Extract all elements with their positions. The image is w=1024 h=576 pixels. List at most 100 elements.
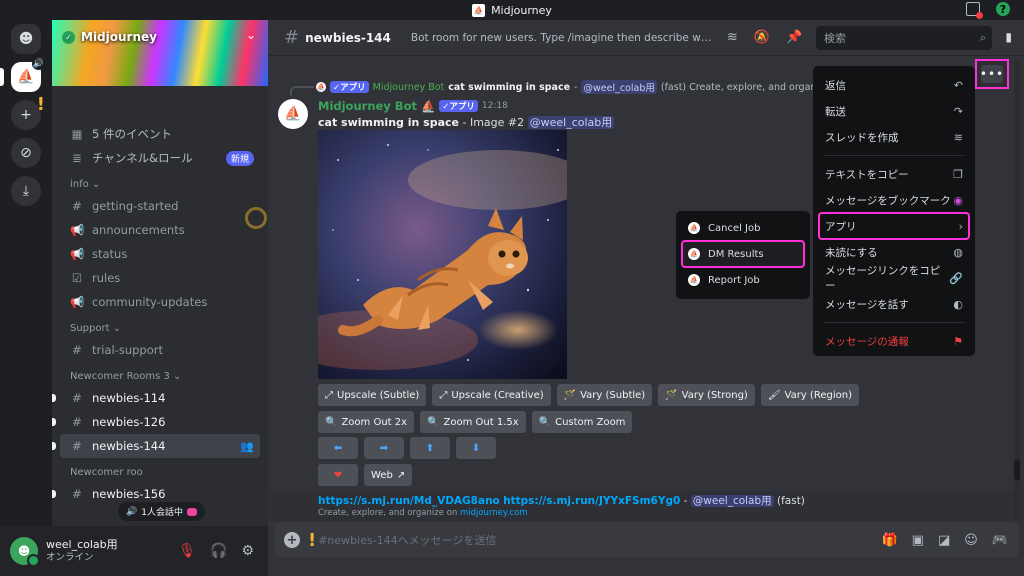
channel-status[interactable]: 📢 status [60, 242, 260, 266]
more-options-button[interactable]: ••• [975, 59, 1009, 89]
midjourney-server-icon[interactable]: ⛵ 🔊 [0, 58, 45, 92]
reply-author: Midjourney Bot [372, 81, 445, 93]
reply-avatar-icon: ⛵ [316, 82, 326, 92]
vary-strong-button[interactable]: 🪄 Vary (Strong) [658, 384, 755, 406]
channel-rules[interactable]: ☑ rules [60, 266, 260, 290]
channel-label: getting-started [92, 199, 179, 213]
menu-item-copy-text[interactable]: テキストをコピー ❐ [819, 161, 969, 187]
channel-getting-started[interactable]: # getting-started [60, 194, 260, 218]
magic-wand-icon: 🪄 [563, 389, 577, 401]
channel-topic[interactable]: Bot room for new users. Type /imagine th… [411, 32, 715, 44]
follow-up-line-2: Create, explore, and organize on midjour… [318, 508, 528, 518]
avatar[interactable]: ☻ [10, 537, 40, 567]
menu-item-forward[interactable]: 転送 ↷ [819, 98, 969, 124]
channel-newbies-126[interactable]: # newbies-126 [52, 410, 260, 434]
channels-roles-item[interactable]: ≣ チャンネル&ロール 新規 [60, 146, 260, 170]
menu-item-create-thread[interactable]: スレッドを作成 ≋ [819, 124, 969, 150]
channel-newbies-114[interactable]: # newbies-114 [52, 386, 260, 410]
menu-item-copy-link[interactable]: メッセージリンクをコピー 🔗 [819, 265, 969, 292]
generated-image[interactable] [318, 130, 567, 379]
scroll-track[interactable] [1014, 60, 1020, 520]
add-member-icon[interactable]: 👥 [240, 440, 254, 453]
headphones-icon[interactable]: 🎧 [210, 543, 227, 559]
mute-mic-icon[interactable]: 🎙 [178, 543, 196, 559]
notification-bell-off-icon[interactable]: 🔕 [754, 30, 770, 45]
brush-icon: 🖌 [767, 389, 781, 401]
pan-right-button[interactable]: ➡ [364, 437, 404, 459]
scrollbar-thumb[interactable] [1014, 460, 1020, 480]
threads-icon[interactable]: ≋ [727, 30, 738, 45]
message-rest: - Image #2 [459, 116, 528, 129]
submenu-item-dm-results[interactable]: ⛵ DM Results [681, 240, 805, 268]
menu-item-reply[interactable]: 返信 ↶ [819, 72, 969, 98]
message-author[interactable]: Midjourney Bot [318, 99, 417, 113]
button-row-3: ⬅ ➡ ⬆ ⬇ [318, 437, 496, 459]
gamepad-icon[interactable]: 🎮 [992, 533, 1008, 548]
result-link-2[interactable]: https://s.mj.run/JYYxFSm6Yg0 [503, 495, 680, 507]
channel-community-updates[interactable]: 📢 community-updates [60, 290, 260, 314]
menu-item-mark-unread[interactable]: 未読にする ◍ [819, 239, 969, 265]
discover-icon[interactable]: ⊘ [11, 138, 41, 168]
button-label: Vary (Strong) [681, 389, 748, 401]
menu-item-apps[interactable]: アプリ › [818, 212, 970, 240]
chevron-down-icon[interactable]: ⌄ [246, 28, 256, 42]
voice-activity-pill[interactable]: 🔊 1人会話中 [118, 502, 205, 521]
zoom-out-1-5x-button[interactable]: 🔍 Zoom Out 1.5x [420, 411, 526, 433]
server-banner[interactable]: ✓ Midjourney ⌄ [52, 20, 268, 86]
download-icon[interactable]: ⤓ [11, 176, 41, 206]
reply-preview[interactable]: ⛵ ✓アプリ Midjourney Bot cat swimming in sp… [316, 80, 869, 94]
inbox-icon[interactable] [966, 2, 983, 19]
zoom-out-2x-button[interactable]: 🔍 Zoom Out 2x [318, 411, 415, 433]
category-support[interactable]: Support ⌄ [60, 314, 260, 338]
channel-announcements[interactable]: 📢 announcements [60, 218, 260, 242]
channel-newbies-144[interactable]: # newbies-144 👥 [52, 434, 260, 458]
upscale-subtle-button[interactable]: ⤢ Upscale (Subtle) [318, 384, 427, 406]
midjourney-link[interactable]: midjourney.com [460, 508, 528, 518]
menu-item-report[interactable]: メッセージの通報 ⚑ [819, 328, 969, 354]
server-name[interactable]: ✓ Midjourney [62, 30, 157, 44]
channel-label: trial-support [92, 343, 163, 357]
category-support-label: Support [70, 323, 110, 334]
add-attachment-icon[interactable]: + [284, 532, 300, 548]
bookmark-icon[interactable]: ▮ [1005, 30, 1012, 44]
menu-item-speak[interactable]: メッセージを話す ◐ [819, 291, 969, 317]
sticker-icon[interactable]: ◪ [938, 533, 950, 548]
pan-up-button[interactable]: ⬆ [410, 437, 450, 459]
add-server-icon[interactable]: +! [11, 94, 45, 130]
follow-up-mention[interactable]: @weel_colab用 [690, 495, 774, 507]
menu-label: メッセージリンクをコピー [825, 265, 941, 292]
category-newcomer[interactable]: Newcomer Rooms 3 ⌄ [60, 362, 260, 386]
gear-icon[interactable]: ⚙ [241, 543, 254, 559]
pan-left-button[interactable]: ⬅ [318, 437, 358, 459]
emoji-icon[interactable]: ☺ [964, 533, 978, 548]
arrow-right-icon: ➡ [379, 442, 389, 454]
bot-avatar[interactable]: ⛵ [278, 99, 308, 129]
web-link-button[interactable]: Web ↗ [364, 464, 413, 486]
search-input[interactable]: 検索 ⌕ [816, 26, 992, 50]
gift-icon[interactable]: 🎁 [881, 533, 897, 548]
result-link-1[interactable]: https://s.mj.run/Md_VDAG8ano [318, 495, 500, 507]
follow-up-line2-text: Create, explore, and organize on [318, 508, 458, 518]
gif-icon[interactable]: ▣ [912, 533, 924, 548]
vary-region-button[interactable]: 🖌 Vary (Region) [760, 384, 859, 406]
vary-subtle-button[interactable]: 🪄 Vary (Subtle) [556, 384, 653, 406]
events-item[interactable]: ▦ 5 件のイベント [60, 122, 260, 146]
pin-icon[interactable]: 📌 [786, 30, 802, 45]
custom-zoom-button[interactable]: 🔍 Custom Zoom [531, 411, 633, 433]
upscale-creative-button[interactable]: ⤢ Upscale (Creative) [432, 384, 551, 406]
channel-trial-support[interactable]: # trial-support [60, 338, 260, 362]
message-mention[interactable]: @weel_colab用 [527, 116, 615, 129]
submenu-item-report-job[interactable]: ⛵ Report Job [682, 267, 804, 293]
forward-icon: ↷ [953, 104, 963, 118]
discord-home-icon[interactable]: ☻ [11, 24, 41, 54]
category-info[interactable]: info ⌄ [60, 170, 260, 194]
pan-down-button[interactable]: ⬇ [456, 437, 496, 459]
follow-up-message: https://s.mj.run/Md_VDAG8ano https://s.m… [268, 491, 1024, 521]
category-newcomer-2[interactable]: Newcomer roo [60, 458, 260, 482]
submenu-item-cancel-job[interactable]: ⛵ Cancel Job [682, 215, 804, 241]
reply-mention[interactable]: @weel_colab用 [581, 80, 657, 94]
message-composer[interactable]: + ! #newbies-144へメッセージを送信 🎁 ▣ ◪ ☺ 🎮 [274, 522, 1018, 558]
favorite-button[interactable]: ❤ [318, 464, 358, 486]
menu-item-bookmark[interactable]: メッセージをブックマーク ◉ [819, 187, 969, 213]
help-icon[interactable]: ? [996, 2, 1010, 16]
